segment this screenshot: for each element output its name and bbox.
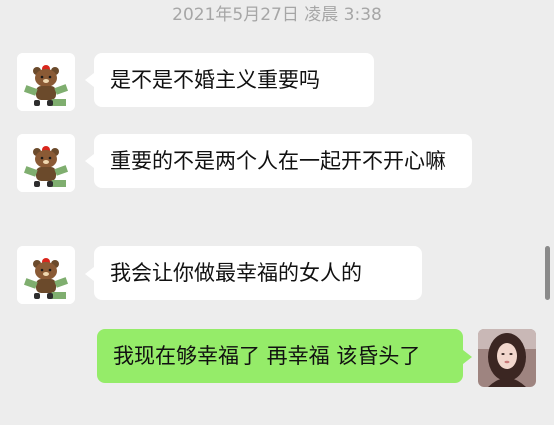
contact-avatar[interactable]: [17, 246, 75, 304]
scrollbar[interactable]: [545, 246, 550, 300]
chat-timestamp: 2021年5月27日 凌晨 3:38: [172, 5, 382, 25]
message-bubble-outgoing[interactable]: 我现在够幸福了 再幸福 该昏头了: [97, 329, 463, 383]
message-bubble-incoming[interactable]: 重要的不是两个人在一起开不开心嘛: [94, 134, 472, 188]
contact-avatar[interactable]: [17, 134, 75, 192]
bubble-tail: [85, 154, 94, 168]
contact-avatar[interactable]: [17, 53, 75, 111]
bubble-tail: [85, 73, 94, 87]
message-bubble-incoming[interactable]: 我会让你做最幸福的女人的: [94, 246, 422, 300]
bear-sticker-icon: [17, 246, 75, 304]
user-avatar[interactable]: [478, 329, 536, 387]
user-photo-icon: [478, 329, 536, 387]
message-bubble-incoming[interactable]: 是不是不婚主义重要吗: [94, 53, 374, 107]
bear-sticker-icon: [17, 134, 75, 192]
bubble-tail: [85, 267, 94, 281]
bear-sticker-icon: [17, 53, 75, 111]
bubble-tail: [463, 350, 472, 364]
